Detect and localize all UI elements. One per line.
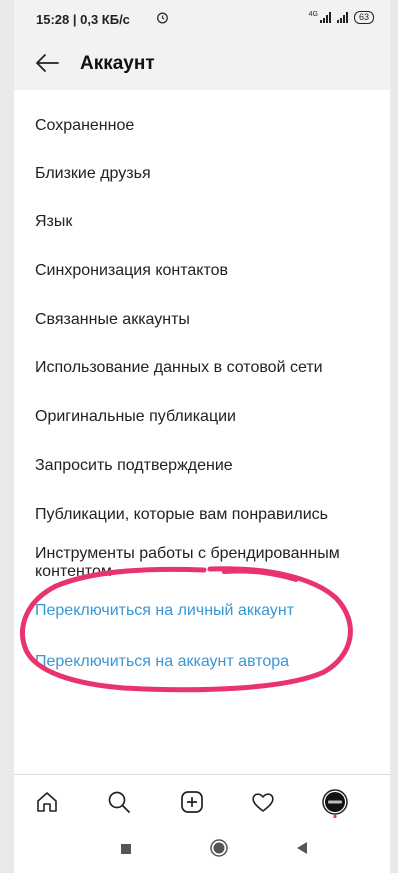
page-title: Аккаунт xyxy=(80,53,155,74)
alarm-icon xyxy=(156,11,169,27)
status-bar: 15:28 | 0,3 КБ/с 4G 63 xyxy=(14,0,390,36)
back-triangle-icon[interactable] xyxy=(296,841,308,860)
network-label: 4G xyxy=(308,10,318,18)
header-bar: Аккаунт xyxy=(14,36,390,90)
system-nav xyxy=(14,826,390,873)
status-time: 15:28 | 0,3 КБ/с xyxy=(36,12,130,27)
menu-item-saved[interactable]: Сохраненное xyxy=(35,117,134,135)
menu-item-linked-accounts[interactable]: Связанные аккаунты xyxy=(35,311,190,329)
heart-icon[interactable] xyxy=(250,789,276,815)
switch-to-personal-link[interactable]: Переключиться на личный аккаунт xyxy=(35,602,294,620)
menu-item-language[interactable]: Язык xyxy=(35,213,72,231)
signal-icon-1 xyxy=(319,12,331,23)
menu-item-contacts-sync[interactable]: Синхронизация контактов xyxy=(35,262,228,280)
profile-avatar[interactable] xyxy=(322,789,348,819)
add-post-icon[interactable] xyxy=(179,789,205,815)
home-icon[interactable] xyxy=(34,789,60,815)
arrow-left-icon[interactable] xyxy=(34,50,60,76)
menu-item-cellular-data[interactable]: Использование данных в сотовой сети xyxy=(35,359,323,377)
signal-icon-2 xyxy=(336,12,348,23)
bottom-nav xyxy=(14,774,390,827)
switch-to-creator-link[interactable]: Переключиться на аккаунт автора xyxy=(35,653,289,671)
phone-screen: 15:28 | 0,3 КБ/с 4G 63 Аккаунт Сохраненн… xyxy=(14,0,390,873)
menu-item-request-verification[interactable]: Запросить подтверждение xyxy=(35,457,233,475)
menu-item-liked-posts[interactable]: Публикации, которые вам понравились xyxy=(35,506,328,524)
battery-icon: 63 xyxy=(353,11,374,24)
menu-item-branded-content[interactable]: Инструменты работы с брендированным конт… xyxy=(35,545,375,581)
home-circle-icon[interactable] xyxy=(210,839,228,862)
menu-item-original-posts[interactable]: Оригинальные публикации xyxy=(35,408,236,426)
search-icon[interactable] xyxy=(106,789,132,815)
recent-apps-icon[interactable] xyxy=(120,842,132,860)
menu-item-close-friends[interactable]: Близкие друзья xyxy=(35,165,151,183)
